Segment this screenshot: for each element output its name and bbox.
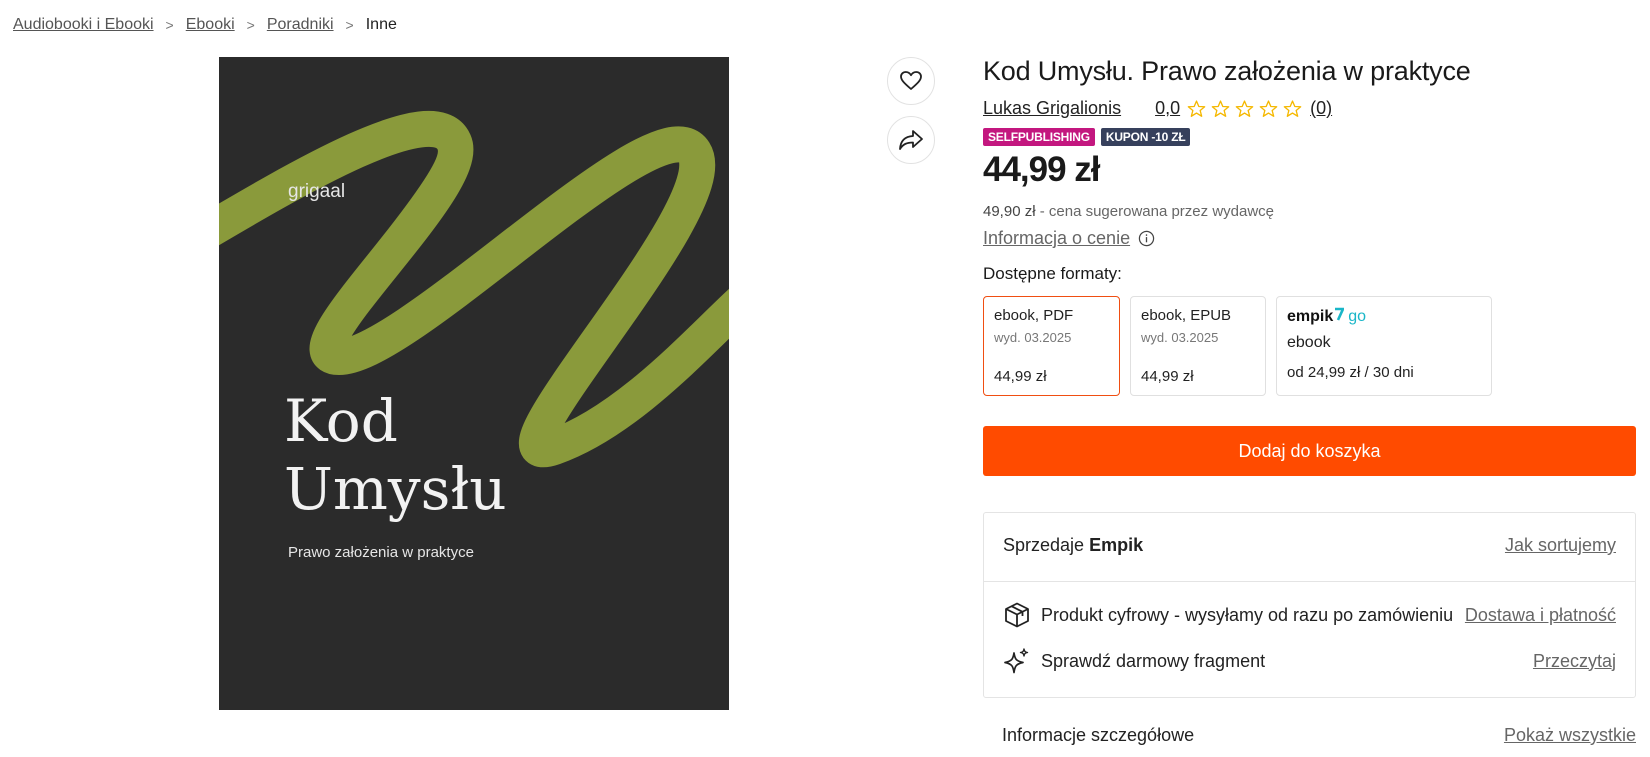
breadcrumb-audiobooki[interactable]: Audiobooki i Ebooki	[13, 16, 154, 34]
sample-text: Sprawdź darmowy fragment	[1041, 650, 1266, 671]
badges: SELFPUBLISHING KUPON -10 ZŁ	[983, 128, 1196, 146]
star-empty-icon	[1187, 99, 1206, 117]
breadcrumb-ebooki[interactable]: Ebooki	[186, 16, 235, 34]
share-button[interactable]	[887, 116, 935, 164]
breadcrumb-separator: >	[165, 17, 174, 33]
author-rating-row: Lukas Grigalionis 0,0 (0)	[983, 98, 1332, 119]
breadcrumb-separator: >	[345, 17, 354, 33]
favorite-button[interactable]	[887, 57, 935, 105]
breadcrumb-current: Inne	[365, 16, 397, 33]
format-price: 44,99 zł	[1141, 368, 1194, 385]
book-cover[interactable]: grigaal Kod Umysłu Prawo założenia w pra…	[219, 57, 729, 710]
suggested-price: 49,90 zł - cena sugerowana przez wydawcę	[983, 203, 1275, 220]
seller-panel: Sprzedaje Empik Jak sortujemy Produkt cyf…	[983, 512, 1636, 698]
delivery-row: Produkt cyfrowy - wysyłamy od razu po za…	[1003, 601, 1616, 629]
author-link[interactable]: Lukas Grigalionis	[983, 98, 1121, 119]
empik-go-logo: empik go	[1287, 307, 1367, 325]
format-card-epub[interactable]: ebook, EPUB wyd. 03.2025 44,99 zł	[1130, 296, 1266, 396]
cover-title: Kod Umysłu	[284, 387, 507, 523]
format-name: ebook, EPUB	[1141, 307, 1232, 324]
coupon-badge: KUPON -10 ZŁ	[1100, 128, 1191, 146]
product-title: Kod Umysłu. Prawo założenia w praktyce	[983, 56, 1471, 86]
delivery-payment-link[interactable]: Dostawa i płatność	[1465, 605, 1616, 626]
sample-row: Sprawdź darmowy fragment Przeczytaj	[1003, 647, 1616, 675]
package-icon	[1003, 601, 1031, 629]
seller-name: Empik	[1089, 535, 1144, 555]
empik-go-mark-icon	[1335, 307, 1345, 321]
read-sample-link[interactable]: Przeczytaj	[1533, 651, 1616, 672]
cover-subtitle: Prawo założenia w praktyce	[288, 544, 474, 561]
heart-icon	[900, 71, 922, 90]
formats-label: Dostępne formaty:	[983, 264, 1122, 283]
format-price: 44,99 zł	[994, 368, 1047, 385]
panel-divider	[984, 581, 1635, 582]
add-to-cart-button[interactable]: Dodaj do koszyka	[983, 426, 1636, 476]
price: 44,99 zł	[983, 150, 1101, 189]
breadcrumb: Audiobooki i Ebooki > Ebooki > Poradniki…	[13, 16, 397, 34]
star-empty-icon	[1235, 99, 1254, 117]
rating-stars[interactable]	[1186, 99, 1306, 119]
show-all-link[interactable]: Pokaż wszystkie	[1504, 725, 1636, 746]
sparkle-icon	[1003, 647, 1031, 675]
selfpublishing-badge: SELFPUBLISHING	[983, 128, 1095, 146]
format-date: wyd. 03.2025	[994, 330, 1072, 345]
format-card-empik-go[interactable]: empik go ebook od 24,99 zł / 30 dni	[1276, 296, 1492, 396]
cover-swirl-graphic	[219, 110, 729, 468]
format-name: ebook, PDF	[994, 307, 1074, 324]
star-empty-icon	[1283, 99, 1302, 117]
empik-go-type: ebook	[1287, 334, 1331, 351]
info-icon	[1138, 230, 1155, 247]
details-row: Informacje szczegółowe Pokaż wszystkie	[1002, 725, 1636, 746]
star-empty-icon	[1259, 99, 1278, 117]
format-card-pdf[interactable]: ebook, PDF wyd. 03.2025 44,99 zł	[983, 296, 1120, 396]
cover-brand: grigaal	[288, 181, 346, 202]
price-info-link[interactable]: Informacja o cenie	[983, 228, 1155, 249]
seller-row: Sprzedaje Empik Jak sortujemy	[1003, 535, 1616, 556]
format-date: wyd. 03.2025	[1141, 330, 1219, 345]
rating-value[interactable]: 0,0	[1155, 98, 1180, 119]
how-we-sort-link[interactable]: Jak sortujemy	[1505, 535, 1616, 556]
breadcrumb-poradniki[interactable]: Poradniki	[267, 16, 334, 34]
rating-count-link[interactable]: (0)	[1310, 98, 1332, 119]
share-arrow-icon	[899, 130, 923, 150]
breadcrumb-separator: >	[246, 17, 255, 33]
delivery-text: Produkt cyfrowy - wysyłamy od razu po za…	[1041, 604, 1454, 625]
details-heading: Informacje szczegółowe	[1002, 725, 1195, 745]
empik-go-price: od 24,99 zł / 30 dni	[1287, 364, 1414, 381]
star-empty-icon	[1211, 99, 1230, 117]
